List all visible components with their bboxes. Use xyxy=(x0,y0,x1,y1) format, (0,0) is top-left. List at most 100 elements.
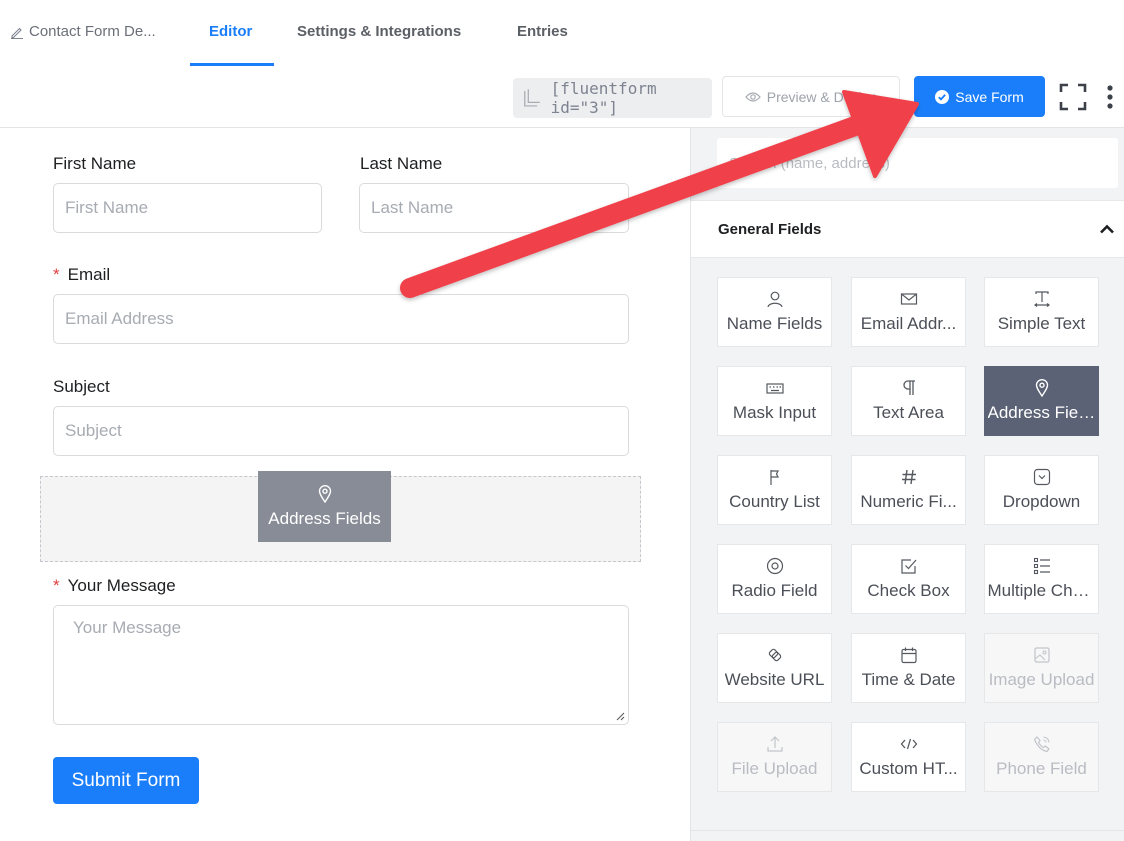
field-search-input[interactable]: Search (name, address) xyxy=(717,138,1118,188)
tab-settings-integrations[interactable]: Settings & Integrations xyxy=(297,23,461,40)
top-tab-bar: Contact Form De... Editor Settings & Int… xyxy=(0,0,1124,66)
field-card-check-box[interactable]: Check Box xyxy=(851,544,966,614)
preview-design-button[interactable]: Preview & Design xyxy=(722,76,900,117)
chevron-up-icon[interactable] xyxy=(1099,224,1115,234)
image-icon xyxy=(1033,647,1050,663)
field-card-simple-text[interactable]: Simple Text xyxy=(984,277,1099,347)
field-card-label: Dropdown xyxy=(1002,492,1081,511)
keyboard-icon xyxy=(765,383,784,394)
text-cursor-icon xyxy=(1033,291,1050,307)
checkbox-icon xyxy=(900,559,916,574)
field-card-label: Mask Input xyxy=(732,403,817,422)
tab-editor[interactable]: Editor xyxy=(209,23,252,40)
resize-handle-icon[interactable] xyxy=(615,711,625,721)
field-card-label: Email Addr... xyxy=(860,314,957,333)
fullscreen-icon[interactable] xyxy=(1059,83,1087,111)
field-card-email-address[interactable]: Email Addr... xyxy=(851,277,966,347)
email-input[interactable]: Email Address xyxy=(53,294,629,344)
submit-form-label: Submit Form xyxy=(71,769,181,791)
shortcode-copy-box[interactable]: [fluentform id="3"] xyxy=(513,78,712,118)
field-card-label: Name Fields xyxy=(726,314,823,333)
subject-input[interactable]: Subject xyxy=(53,406,629,456)
field-card-label: Country List xyxy=(729,492,820,511)
field-card-label: File Upload xyxy=(731,759,818,778)
email-label: * Email xyxy=(53,265,110,285)
edit-pencil-icon xyxy=(11,27,23,39)
field-card-country-list[interactable]: Country List xyxy=(717,455,832,525)
field-card-mask-input[interactable]: Mask Input xyxy=(717,366,832,436)
field-card-multiple-choice[interactable]: Multiple Choi... xyxy=(984,544,1099,614)
phone-icon xyxy=(1033,736,1050,753)
form-title[interactable]: Contact Form De... xyxy=(10,23,156,40)
field-card-name-fields[interactable]: Name Fields xyxy=(717,277,832,347)
radio-icon xyxy=(766,557,783,575)
field-card-time-date[interactable]: Time & Date xyxy=(851,633,966,703)
message-label-text: Your Message xyxy=(67,576,176,595)
field-card-phone-field[interactable]: Phone Field xyxy=(984,722,1099,792)
field-card-dropdown[interactable]: Dropdown xyxy=(984,455,1099,525)
last-name-label: Last Name xyxy=(360,154,443,173)
flag-icon xyxy=(769,470,779,485)
message-placeholder: Your Message xyxy=(73,618,182,637)
field-card-label: Website URL xyxy=(724,670,825,689)
field-card-label: Time & Date xyxy=(861,670,956,689)
field-card-file-upload[interactable]: File Upload xyxy=(717,722,832,792)
paragraph-icon xyxy=(902,380,915,395)
first-name-label: First Name xyxy=(53,154,137,173)
email-label-text: Email xyxy=(67,265,111,284)
user-icon xyxy=(766,291,783,308)
copy-icon xyxy=(524,89,540,107)
last-name-placeholder: Last Name xyxy=(371,198,454,217)
last-name-input[interactable]: Last Name xyxy=(359,183,629,233)
field-card-numeric-field[interactable]: Numeric Fi... xyxy=(851,455,966,525)
more-options-icon[interactable] xyxy=(1104,84,1116,110)
form-canvas: First Name First Name Last Name Last Nam… xyxy=(0,128,690,841)
active-tab-indicator xyxy=(190,63,274,66)
field-card-label: Custom HT... xyxy=(859,759,958,778)
dragged-field-label: Address Fields xyxy=(268,508,381,528)
field-card-label: Radio Field xyxy=(731,581,818,600)
field-card-label: Image Upload xyxy=(988,670,1095,689)
field-card-radio-field[interactable]: Radio Field xyxy=(717,544,832,614)
field-card-custom-html[interactable]: Custom HT... xyxy=(851,722,966,792)
field-card-text-area[interactable]: Text Area xyxy=(851,366,966,436)
message-textarea[interactable]: Your Message xyxy=(53,605,629,725)
field-card-image-upload[interactable]: Image Upload xyxy=(984,633,1099,703)
first-name-placeholder: First Name xyxy=(65,198,149,217)
envelope-icon xyxy=(900,293,917,305)
tab-entries[interactable]: Entries xyxy=(517,23,568,40)
dropdown-icon xyxy=(1033,468,1050,486)
field-card-label: Simple Text xyxy=(997,314,1086,333)
calendar-icon xyxy=(900,647,917,664)
map-pin-icon xyxy=(1035,379,1048,397)
field-card-label: Phone Field xyxy=(996,759,1087,778)
dragged-address-field[interactable]: Address Fields xyxy=(258,471,391,542)
first-name-input[interactable]: First Name xyxy=(53,183,322,233)
general-fields-header[interactable]: General Fields xyxy=(691,200,1124,258)
field-card-label: Text Area xyxy=(873,403,944,422)
code-icon xyxy=(900,738,917,750)
general-fields-title: General Fields xyxy=(718,220,822,238)
hash-icon xyxy=(901,469,916,485)
form-title-text: Contact Form De... xyxy=(29,23,156,40)
list-icon xyxy=(1033,557,1050,575)
sidebar-bottom-divider xyxy=(691,830,1124,831)
eye-icon xyxy=(744,91,761,102)
save-form-label: Save Form xyxy=(955,88,1024,105)
required-asterisk: * xyxy=(53,265,60,284)
upload-icon xyxy=(766,736,783,752)
field-card-website-url[interactable]: Website URL xyxy=(717,633,832,703)
fluent-forms-editor: Contact Form De... Editor Settings & Int… xyxy=(0,0,1124,841)
preview-design-label: Preview & Design xyxy=(766,88,878,105)
link-icon xyxy=(768,648,781,662)
submit-form-button[interactable]: Submit Form xyxy=(53,757,199,804)
subject-placeholder: Subject xyxy=(65,421,122,440)
field-search-placeholder: Search (name, address) xyxy=(729,154,890,172)
check-circle-icon xyxy=(935,89,950,104)
save-form-button[interactable]: Save Form xyxy=(914,76,1045,117)
field-card-address-fields[interactable]: Address Fields xyxy=(984,366,1099,436)
email-placeholder: Email Address xyxy=(65,309,174,328)
fields-sidebar: Search (name, address) General Fields Na… xyxy=(690,128,1124,841)
map-pin-icon xyxy=(318,484,331,503)
field-card-label: Multiple Choi... xyxy=(987,581,1096,600)
